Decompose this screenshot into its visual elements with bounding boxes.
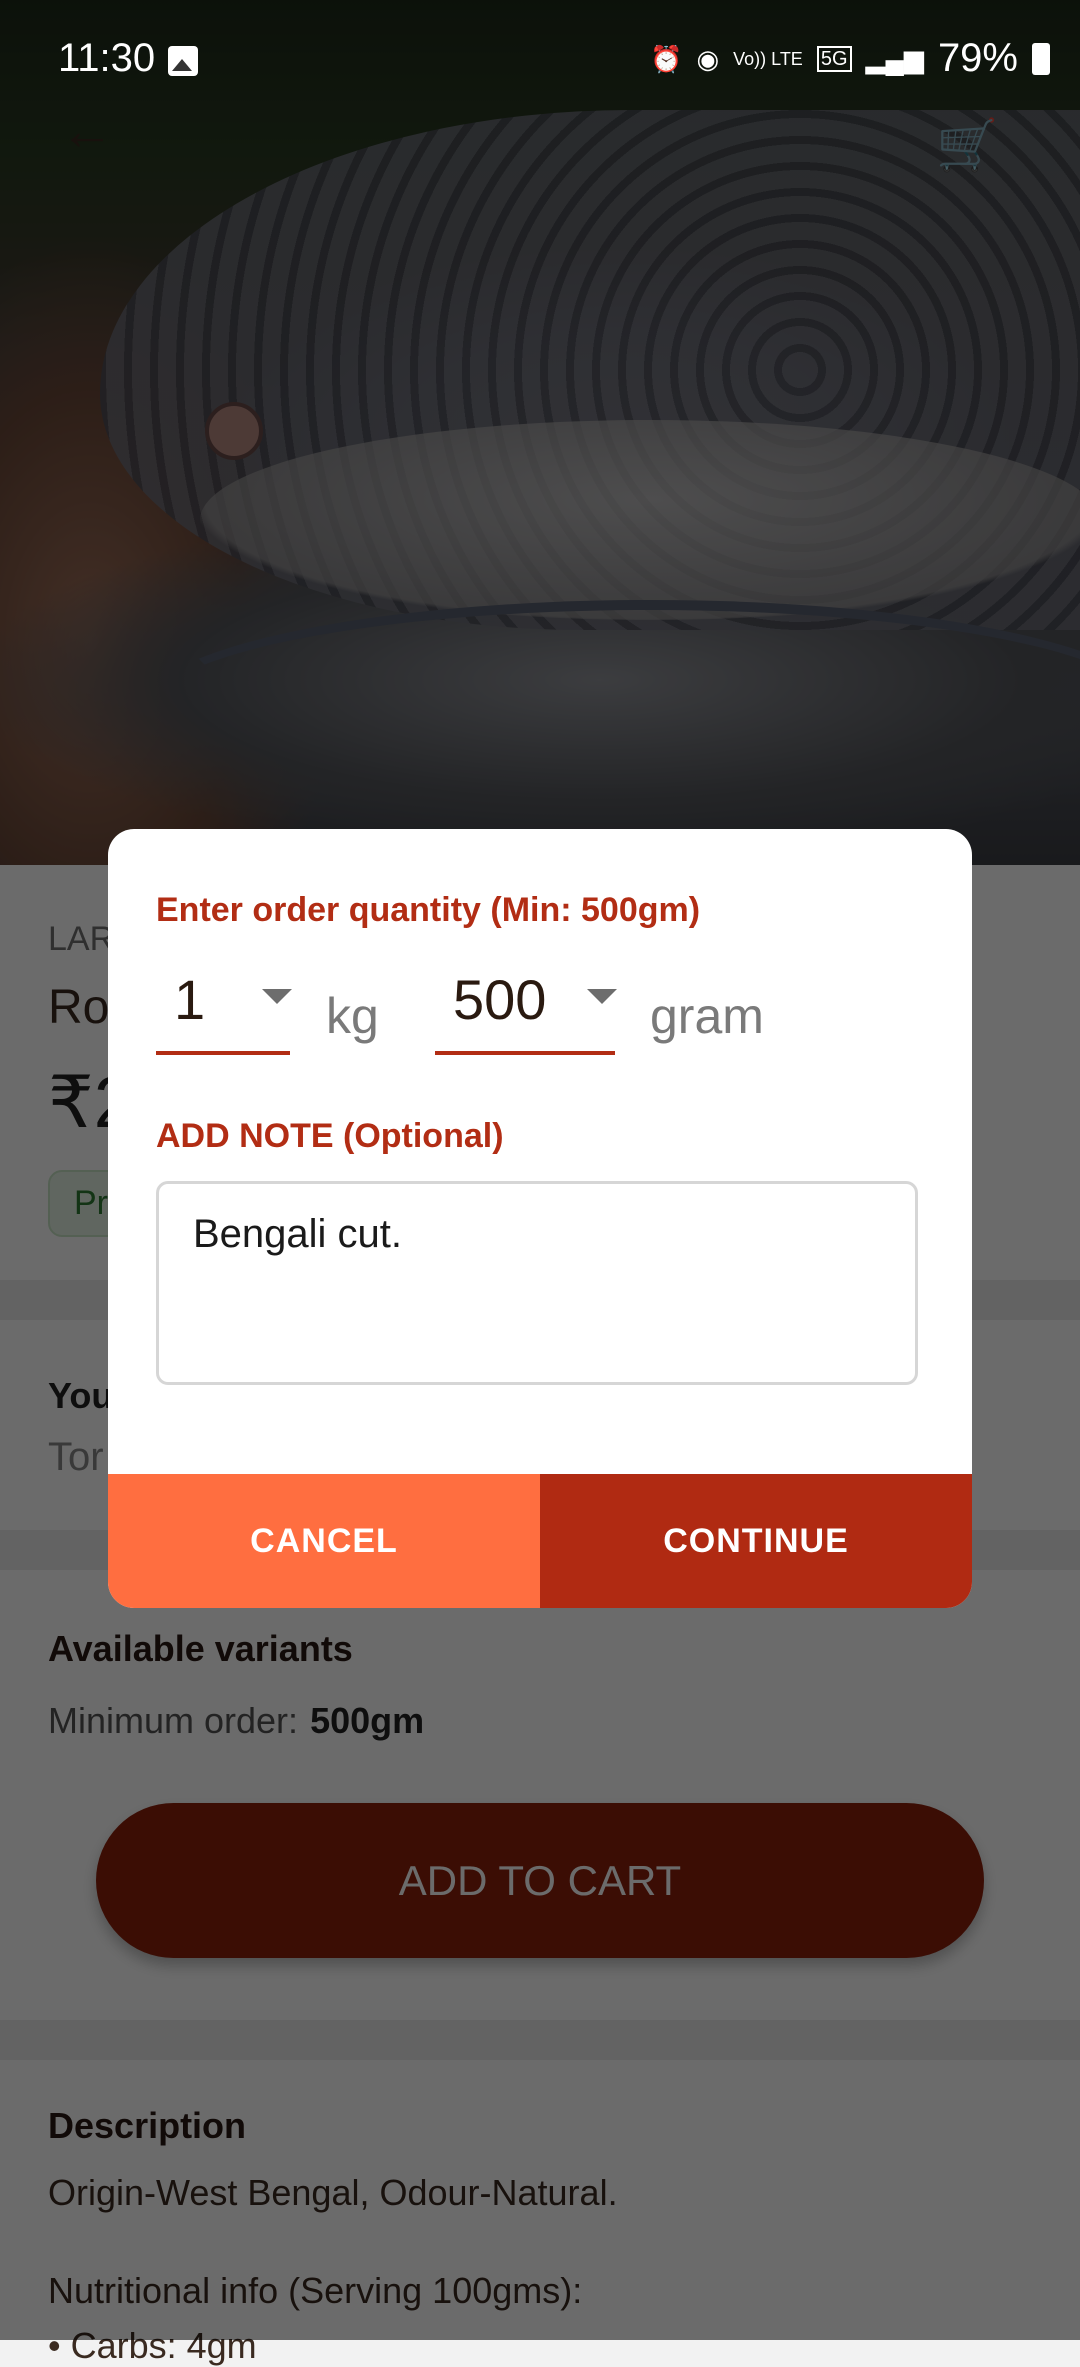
cancel-button[interactable]: CANCEL: [108, 1474, 540, 1608]
kg-dropdown[interactable]: 1: [156, 959, 292, 1055]
battery-percent: 79%: [937, 36, 1018, 80]
alarm-icon: ⏰: [650, 43, 683, 74]
gallery-icon: [168, 46, 198, 76]
5g-icon: 5G: [816, 45, 852, 72]
order-quantity-dialog: Enter order quantity (Min: 500gm) 1 kg 5…: [108, 829, 972, 1608]
status-time: 11:30: [58, 36, 156, 80]
signal-icon: ▂▄▆: [865, 43, 924, 74]
volte-icon: Vo)) LTE: [733, 48, 803, 69]
note-input[interactable]: Bengali cut.: [156, 1181, 918, 1385]
gram-dropdown[interactable]: 500: [435, 959, 617, 1055]
dialog-actions: CANCEL CONTINUE: [108, 1474, 972, 1608]
gram-unit-label: gram: [650, 988, 764, 1044]
status-icons: ⏰ ◉ Vo)) LTE 5G ▂▄▆ 79%: [650, 36, 1050, 81]
gram-value: 500: [453, 968, 547, 1031]
quantity-title: Enter order quantity (Min: 500gm): [156, 891, 701, 929]
chevron-down-icon: [587, 989, 617, 1004]
kg-value: 1: [174, 968, 206, 1031]
kg-unit-label: kg: [326, 988, 379, 1044]
chevron-down-icon: [262, 989, 292, 1004]
note-title: ADD NOTE (Optional): [156, 1117, 504, 1155]
hotspot-icon: ◉: [696, 43, 720, 74]
battery-icon: [1032, 42, 1050, 75]
status-bar: 11:30 ⏰ ◉ Vo)) LTE 5G ▂▄▆ 79%: [0, 0, 1080, 125]
continue-button[interactable]: CONTINUE: [540, 1474, 972, 1608]
